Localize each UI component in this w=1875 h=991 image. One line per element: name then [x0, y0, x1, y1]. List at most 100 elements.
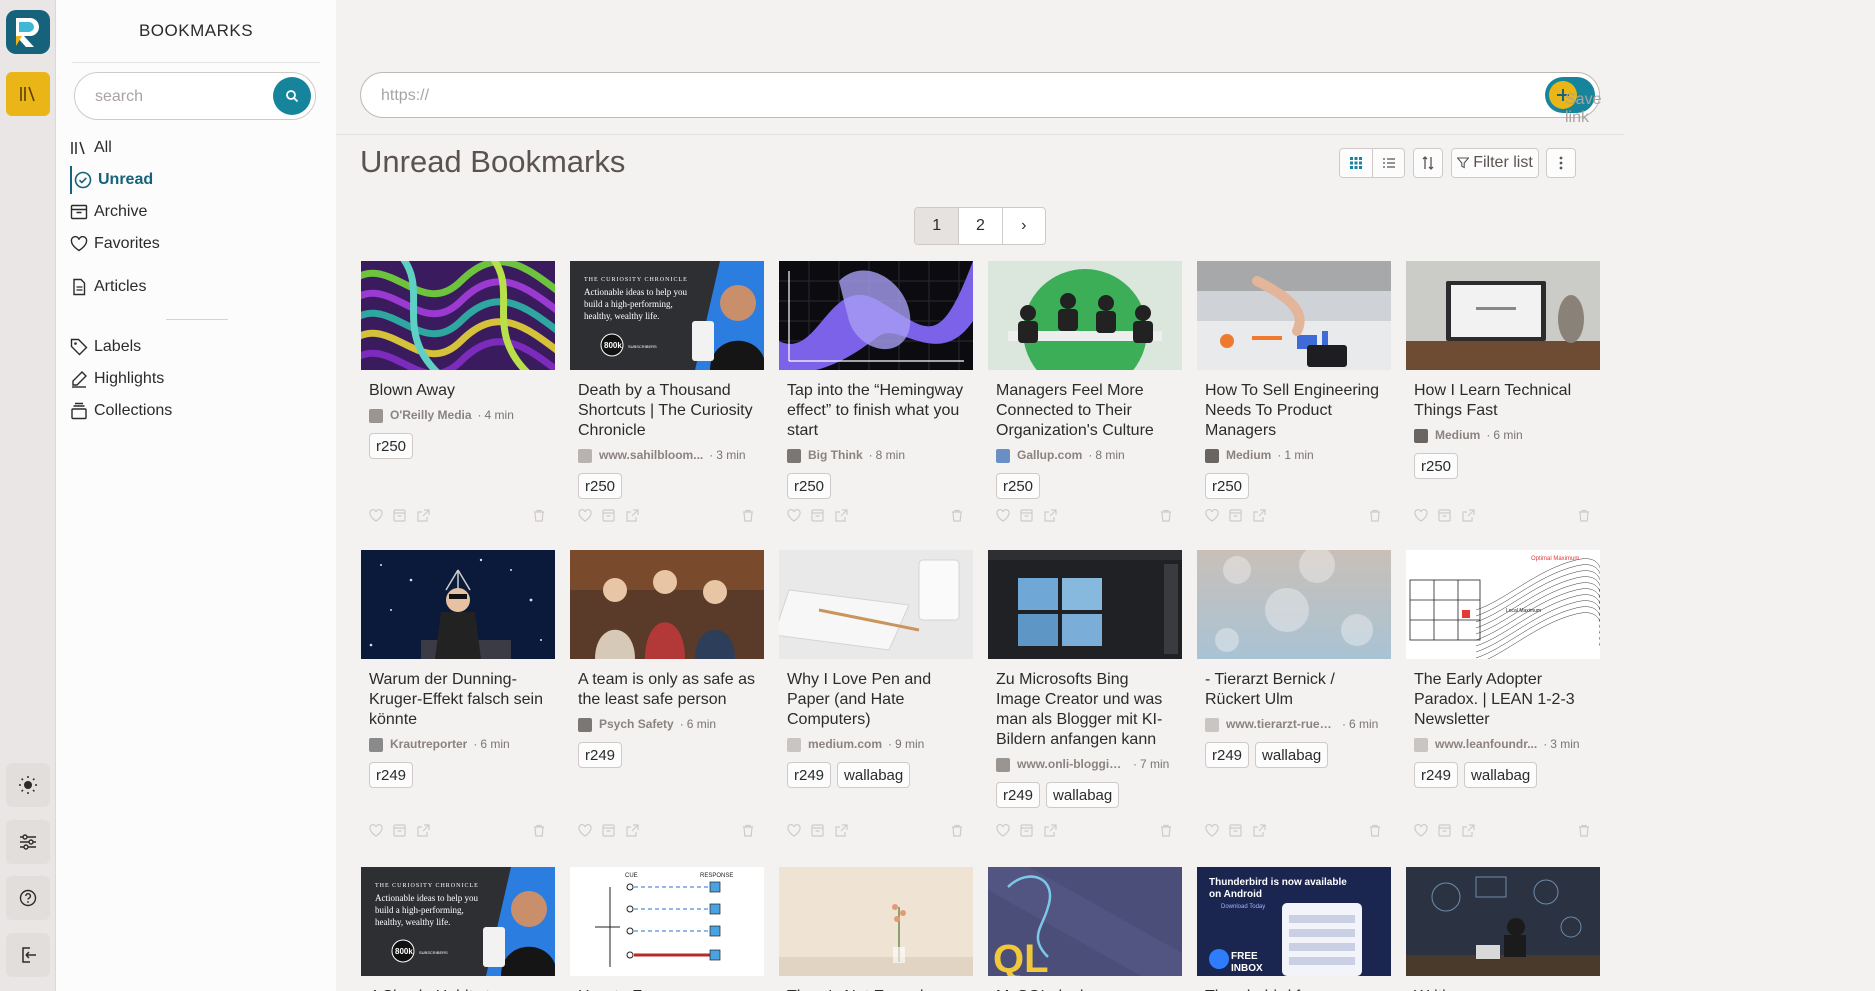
bookmark-thumbnail[interactable]: THE CURIOSITY CHRONICLE Actionable ideas… [570, 261, 764, 370]
open-external-icon[interactable] [1462, 509, 1475, 527]
archive-icon[interactable] [393, 509, 406, 527]
grid-view-icon[interactable] [1340, 149, 1372, 177]
open-external-icon[interactable] [1462, 824, 1475, 842]
open-external-icon[interactable] [626, 824, 639, 842]
open-external-icon[interactable] [1044, 824, 1057, 842]
help-icon[interactable] [6, 876, 50, 920]
bookmark-thumbnail[interactable]: THE CURIOSITY CHRONICLE Actionable ideas… [361, 867, 555, 976]
archive-icon[interactable] [811, 824, 824, 842]
delete-trash-icon[interactable] [1160, 509, 1172, 527]
favorite-heart-icon[interactable] [1205, 823, 1219, 842]
delete-trash-icon[interactable] [951, 509, 963, 527]
open-external-icon[interactable] [417, 509, 430, 527]
nav-labels[interactable]: Labels [70, 333, 320, 361]
save-link-button[interactable]: Save link [1545, 77, 1601, 126]
bookmark-domain[interactable]: www.tierarzt-rueckert.de [1226, 717, 1336, 731]
theme-toggle-icon[interactable] [6, 763, 50, 807]
bookmark-thumbnail[interactable] [361, 261, 555, 370]
search-input[interactable]: search [74, 72, 316, 120]
bookmark-card[interactable]: - Tierarzt Bernick / Rückert Ulm www.tie… [1197, 550, 1391, 768]
tag-badge[interactable]: r249 [578, 742, 623, 768]
list-view-icon[interactable] [1372, 149, 1404, 177]
nav-all[interactable]: All [70, 134, 320, 162]
bookmark-domain[interactable]: Gallup.com [1017, 448, 1082, 462]
bookmark-title[interactable]: A team is only as safe as the least safe… [578, 670, 756, 710]
filter-list-button[interactable]: Filter list [1451, 148, 1539, 178]
bookmark-title[interactable]: How I Learn Technical Things Fast [1414, 381, 1592, 421]
bookmark-title[interactable]: The Early Adopter Paradox. | LEAN 1-2-3 … [1414, 670, 1592, 730]
delete-trash-icon[interactable] [742, 509, 754, 527]
library-icon[interactable] [6, 72, 50, 116]
bookmark-thumbnail[interactable] [779, 261, 973, 370]
favorite-heart-icon[interactable] [578, 823, 592, 842]
bookmark-domain[interactable]: www.onli-blogging.de [1017, 757, 1127, 771]
bookmark-card[interactable]: Warum der Dunning-Kruger-Effekt falsch s… [361, 550, 555, 788]
nav-archive[interactable]: Archive [70, 198, 320, 226]
bookmark-card[interactable]: There's Not Enough [779, 867, 973, 991]
bookmark-domain[interactable]: Psych Safety [599, 717, 674, 731]
nav-unread[interactable]: Unread [70, 166, 320, 194]
bookmark-card[interactable]: Zu Microsofts Bing Image Creator und was… [988, 550, 1182, 808]
more-options-button[interactable] [1546, 148, 1576, 178]
bookmark-card[interactable]: Optimal Maximum Local Maximum The Early A… [1406, 550, 1600, 788]
tag-badge[interactable]: wallabag [1464, 762, 1538, 788]
favorite-heart-icon[interactable] [1205, 508, 1219, 527]
bookmark-title[interactable]: - Tierarzt Bernick / Rückert Ulm [1205, 670, 1383, 710]
bookmark-thumbnail[interactable] [1406, 261, 1600, 370]
bookmark-title[interactable]: Tap into the “Hemingway effect” to finis… [787, 381, 965, 441]
bookmark-title[interactable]: Zu Microsofts Bing Image Creator und was… [996, 670, 1174, 750]
tag-badge[interactable]: wallabag [1046, 782, 1120, 808]
delete-trash-icon[interactable] [951, 824, 963, 842]
archive-icon[interactable] [393, 824, 406, 842]
delete-trash-icon[interactable] [1578, 824, 1590, 842]
bookmark-card[interactable]: Writing [1406, 867, 1600, 991]
archive-icon[interactable] [1020, 824, 1033, 842]
nav-favorites[interactable]: Favorites [70, 230, 320, 258]
bookmark-thumbnail[interactable]: CUE RESPONSE [570, 867, 764, 976]
bookmark-domain[interactable]: O'Reilly Media [390, 408, 472, 422]
bookmark-title[interactable]: 4 Simple Habits to [369, 987, 547, 991]
bookmark-card[interactable]: Thunderbird is now available on Android Do… [1197, 867, 1391, 991]
tag-badge[interactable]: wallabag [837, 762, 911, 788]
page-2-button[interactable]: 2 [958, 208, 1001, 244]
tag-badge[interactable]: r250 [787, 473, 832, 499]
delete-trash-icon[interactable] [742, 824, 754, 842]
bookmark-card[interactable]: Managers Feel More Connected to Their Or… [988, 261, 1182, 499]
bookmark-thumbnail[interactable] [570, 550, 764, 659]
open-external-icon[interactable] [835, 509, 848, 527]
delete-trash-icon[interactable] [1369, 509, 1381, 527]
bookmark-thumbnail[interactable] [988, 550, 1182, 659]
open-external-icon[interactable] [1253, 509, 1266, 527]
nav-collections[interactable]: Collections [70, 397, 320, 425]
favorite-heart-icon[interactable] [996, 823, 1010, 842]
open-external-icon[interactable] [1253, 824, 1266, 842]
delete-trash-icon[interactable] [1160, 824, 1172, 842]
tag-badge[interactable]: r250 [996, 473, 1041, 499]
bookmark-thumbnail[interactable] [361, 550, 555, 659]
archive-icon[interactable] [602, 824, 615, 842]
delete-trash-icon[interactable] [1369, 824, 1381, 842]
bookmark-title[interactable]: Managers Feel More Connected to Their Or… [996, 381, 1174, 441]
sort-button[interactable] [1413, 148, 1443, 178]
bookmark-card[interactable]: Why I Love Pen and Paper (and Hate Compu… [779, 550, 973, 788]
tag-badge[interactable]: r250 [369, 433, 414, 459]
bookmark-domain[interactable]: www.sahilbloom... [599, 448, 703, 462]
archive-icon[interactable] [1438, 824, 1451, 842]
bookmark-title[interactable]: Thunderbird for [1205, 987, 1383, 991]
tag-badge[interactable]: r249 [1414, 762, 1459, 788]
logout-icon[interactable] [6, 933, 50, 977]
bookmark-card[interactable]: THE CURIOSITY CHRONICLE Actionable ideas… [570, 261, 764, 499]
bookmark-domain[interactable]: Krautreporter [390, 737, 467, 751]
bookmark-card[interactable]: How To Sell Engineering Needs To Product… [1197, 261, 1391, 499]
bookmark-thumbnail[interactable] [1197, 261, 1391, 370]
bookmark-card[interactable]: A team is only as safe as the least safe… [570, 550, 764, 768]
bookmark-thumbnail[interactable]: Optimal Maximum Local Maximum [1406, 550, 1600, 659]
open-external-icon[interactable] [1044, 509, 1057, 527]
bookmark-card[interactable]: CUE RESPONSE How to Form [570, 867, 764, 991]
bookmark-card[interactable]: THE CURIOSITY CHRONICLE Actionable ideas… [361, 867, 555, 991]
tag-badge[interactable]: r249 [1205, 742, 1250, 768]
app-logo[interactable] [6, 10, 50, 54]
archive-icon[interactable] [811, 509, 824, 527]
delete-trash-icon[interactable] [533, 824, 545, 842]
settings-sliders-icon[interactable] [6, 820, 50, 864]
